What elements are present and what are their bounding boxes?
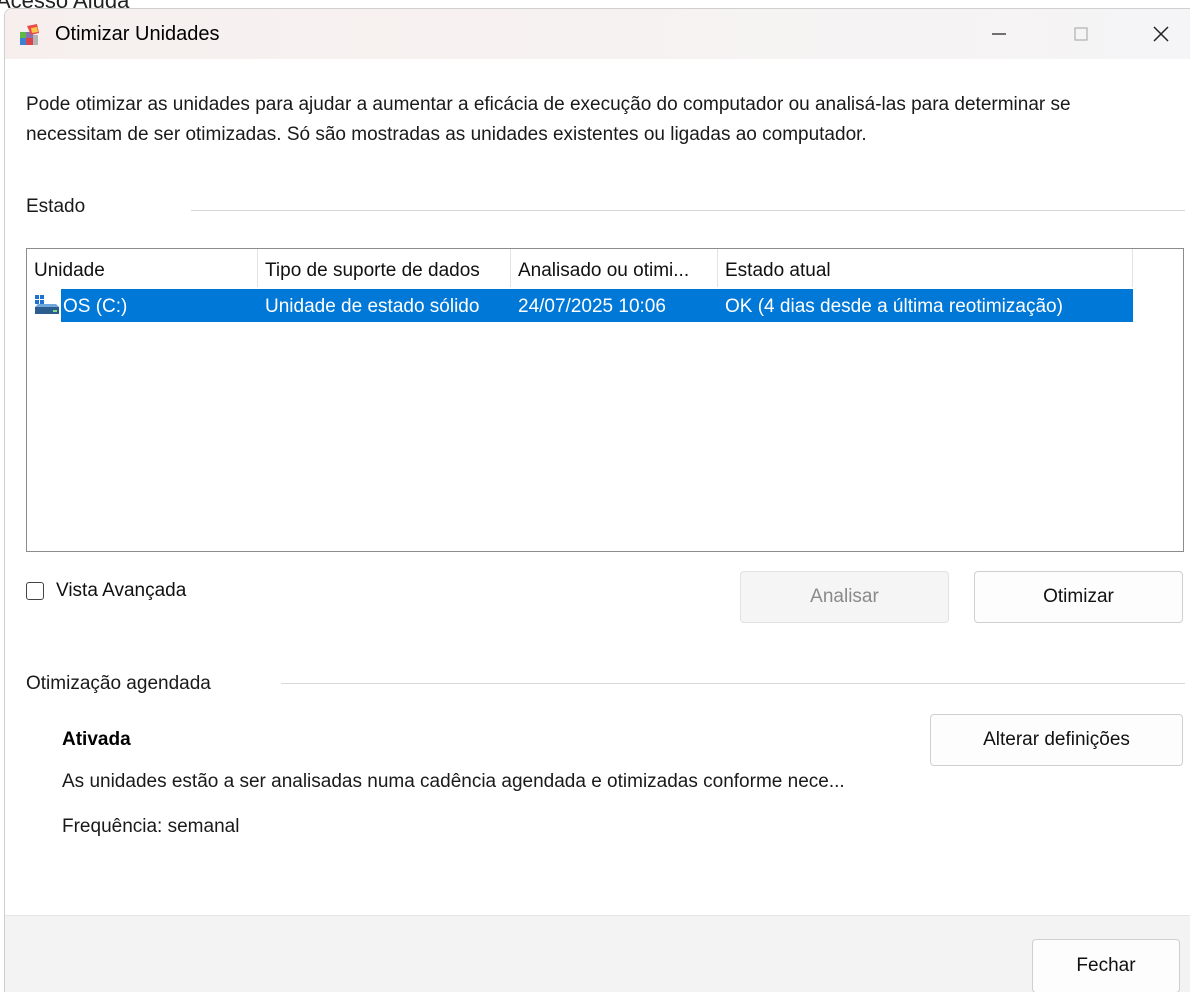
defrag-app-icon [20,24,39,45]
table-row[interactable]: OS (C:) Unidade de estado sólido 24/07/2… [27,289,1135,322]
cell-last-run: 24/07/2025 10:06 [518,296,666,317]
intro-text: Pode otimizar as unidades para ajudar a … [26,94,1071,145]
window-title: Otimizar Unidades [55,23,220,45]
drives-list-header: Unidade Tipo de suporte de dados Analisa… [27,249,1135,287]
minimize-icon [992,33,1006,35]
optimize-button[interactable]: Otimizar [974,571,1183,623]
column-header-drive[interactable]: Unidade [27,249,258,287]
dialog-footer: Fechar [5,915,1190,992]
column-header-current-status[interactable]: Estado atual [718,249,1133,287]
cell-drive: OS (C:) [63,296,128,317]
cell-current-status: OK (4 dias desde a última reotimização) [725,296,1063,317]
drives-list[interactable]: Unidade Tipo de suporte de dados Analisa… [26,248,1184,552]
change-settings-button[interactable]: Alterar definições [930,714,1183,766]
maximize-button[interactable] [1041,9,1121,59]
scheduled-frequency: Frequência: semanal [62,816,240,837]
close-window-button[interactable] [1121,9,1190,59]
scheduled-section-divider [281,683,1185,684]
status-section-label: Estado [26,196,86,217]
title-bar[interactable]: Otimizar Unidades [5,9,1190,59]
close-button[interactable]: Fechar [1032,939,1180,992]
advanced-view-label: Vista Avançada [56,580,187,601]
cell-media-type: Unidade de estado sólido [265,296,480,317]
optimize-drives-window: Otimizar Unidades Pode otimizar as unida… [4,8,1190,992]
column-header-media-type[interactable]: Tipo de suporte de dados [258,249,511,287]
scheduled-description: As unidades estão a ser analisadas numa … [62,771,845,792]
drive-icon [35,295,59,314]
window-content: Pode otimizar as unidades para ajudar a … [5,59,1190,915]
status-section-divider [191,210,1185,211]
checkbox-box[interactable] [26,582,44,600]
scheduled-state: Ativada [62,729,131,750]
scheduled-section-label: Otimização agendada [26,673,211,694]
column-header-last-run[interactable]: Analisado ou otimi... [511,249,718,287]
advanced-view-checkbox[interactable]: Vista Avançada [26,579,186,603]
close-icon [1153,26,1169,42]
maximize-icon [1074,27,1088,41]
minimize-button[interactable] [959,9,1039,59]
analyze-button[interactable]: Analisar [740,571,949,623]
